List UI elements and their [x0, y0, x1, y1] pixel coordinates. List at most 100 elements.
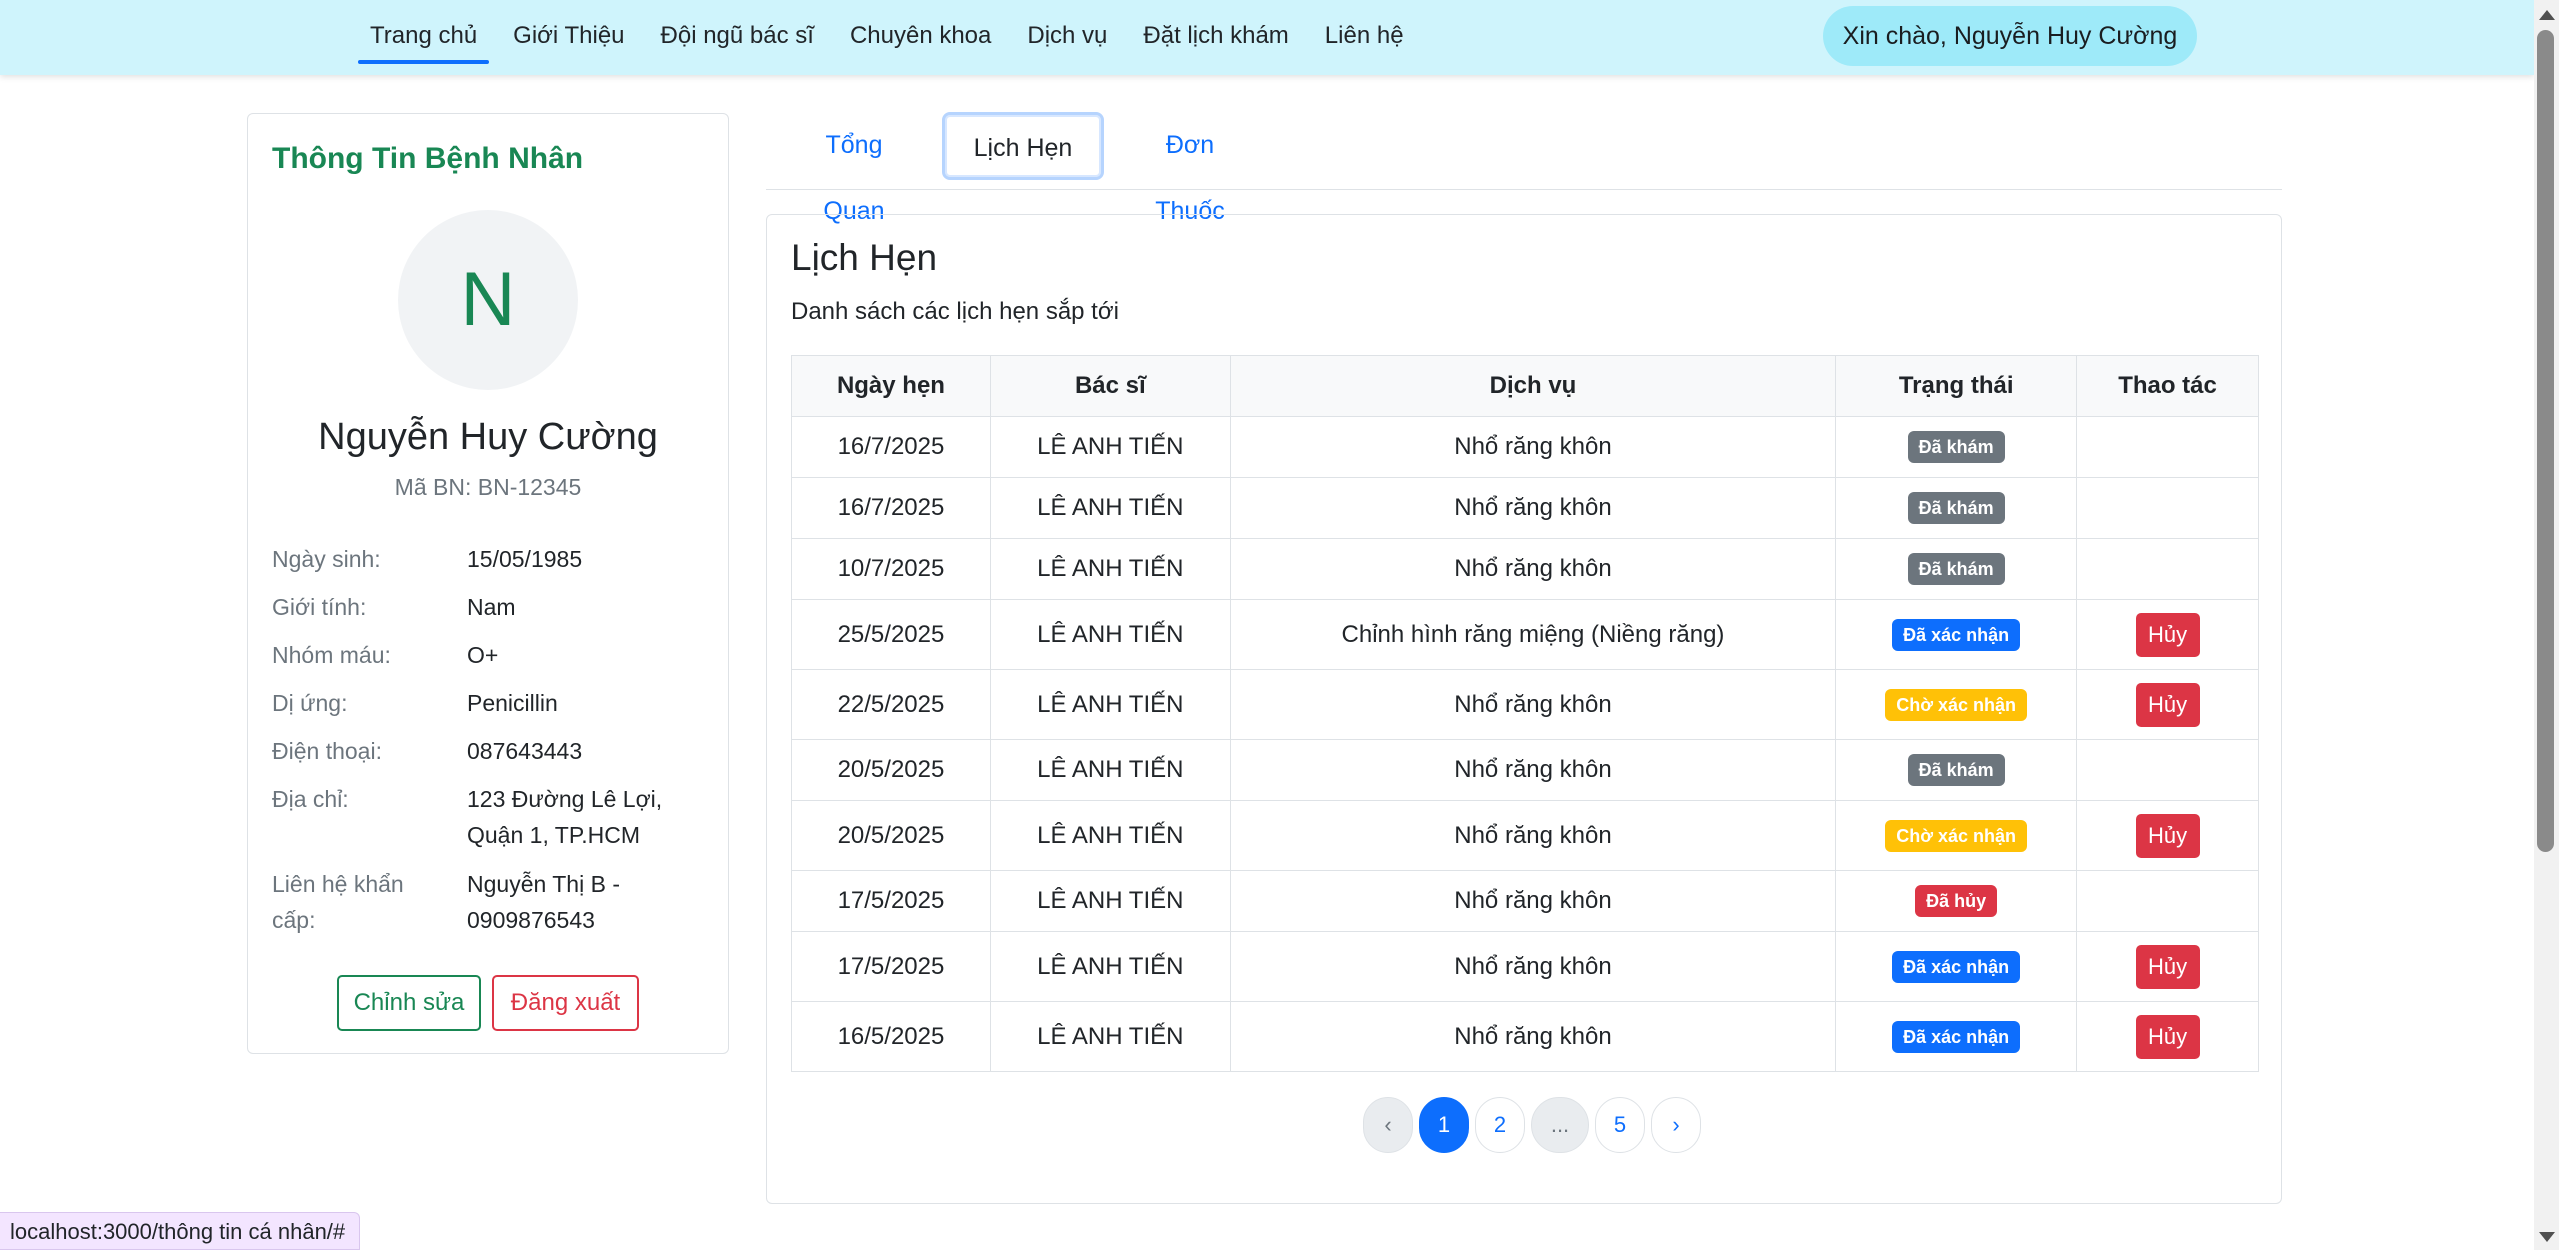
cell-status: Đã xác nhận — [1835, 1001, 2078, 1072]
cell-doctor: LÊ ANH TIẾN — [989, 931, 1231, 1002]
nav-link-home[interactable]: Trang chủ — [358, 0, 490, 75]
status-badge: Đã hủy — [1915, 885, 1998, 917]
cell-status: Đã khám — [1835, 538, 2078, 600]
cell-doctor: LÊ ANH TIẾN — [989, 800, 1231, 871]
avatar: N — [398, 210, 578, 390]
cell-doctor: LÊ ANH TIẾN — [989, 599, 1231, 670]
status-badge: Đã khám — [1907, 553, 2005, 585]
appointments-card: Lịch Hẹn Danh sách các lịch hẹn sắp tới … — [766, 214, 2282, 1204]
info-label: Ngày sinh: — [272, 546, 381, 572]
pagination-next-button[interactable]: › — [1651, 1097, 1701, 1153]
status-badge: Chờ xác nhận — [1885, 688, 2028, 721]
cell-actions — [2076, 416, 2259, 478]
cell-date: 20/5/2025 — [791, 800, 991, 871]
pagination-page-5[interactable]: 5 — [1595, 1097, 1645, 1153]
cell-service: Nhổ răng khôn — [1229, 477, 1837, 539]
tab-overview[interactable]: Tổng Quan — [792, 112, 916, 225]
table-row: 17/5/2025 LÊ ANH TIẾN Nhổ răng khôn Đã hủy — [791, 870, 2259, 932]
status-badge: Đã xác nhận — [1892, 950, 2021, 983]
cell-date: 17/5/2025 — [791, 931, 991, 1002]
cell-actions: Hủy — [2076, 599, 2259, 670]
nav-link-services[interactable]: Dịch vụ — [1015, 0, 1119, 75]
nav-link-booking[interactable]: Đặt lịch khám — [1131, 0, 1300, 75]
cell-date: 16/7/2025 — [791, 416, 991, 478]
cancel-appointment-button[interactable]: Hủy — [2135, 612, 2200, 657]
status-badge: Đã xác nhận — [1892, 618, 2021, 651]
cell-actions: Hủy — [2076, 931, 2259, 1002]
profile-tabs: Tổng Quan Lịch Hẹn Đơn Thuốc — [766, 108, 2282, 225]
patient-name: Nguyễn Huy Cường — [318, 416, 658, 458]
cell-actions — [2076, 538, 2259, 600]
pagination-prev-button[interactable]: ‹ — [1363, 1097, 1413, 1153]
scroll-down-arrow-icon[interactable] — [2539, 1232, 2555, 1242]
info-value: O+ — [467, 642, 499, 668]
info-value: 15/05/1985 — [467, 546, 583, 572]
cell-date: 16/5/2025 — [791, 1001, 991, 1072]
info-value: Penicillin — [467, 690, 558, 716]
cell-doctor: LÊ ANH TIẾN — [989, 477, 1231, 539]
cell-date: 25/5/2025 — [791, 599, 991, 670]
info-label: Địa chỉ: — [272, 786, 349, 812]
table-row: 16/7/2025 LÊ ANH TIẾN Nhổ răng khôn Đã khám — [791, 416, 2259, 478]
info-label: Giới tính: — [272, 594, 367, 620]
cell-status: Đã xác nhận — [1835, 599, 2078, 670]
cell-status: Chờ xác nhận — [1835, 669, 2078, 740]
cell-actions — [2076, 477, 2259, 539]
appointments-title: Lịch Hẹn — [791, 237, 938, 278]
cell-date: 22/5/2025 — [791, 669, 991, 740]
cell-date: 17/5/2025 — [791, 870, 991, 932]
table-row: 20/5/2025 LÊ ANH TIẾN Nhổ răng khôn Đã khám — [791, 739, 2259, 801]
cell-service: Nhổ răng khôn — [1229, 538, 1837, 600]
cell-service: Nhổ răng khôn — [1229, 931, 1837, 1002]
nav-link-contact[interactable]: Liên hệ — [1313, 0, 1416, 75]
cell-service: Nhổ răng khôn — [1229, 870, 1837, 932]
pagination: ‹ 1 2 ... 5 › — [1363, 1097, 1707, 1155]
status-badge: Đã khám — [1907, 431, 2005, 463]
edit-profile-button[interactable]: Chỉnh sửa — [337, 975, 481, 1031]
table-row: 20/5/2025 LÊ ANH TIẾN Nhổ răng khôn Chờ xác… — [791, 800, 2259, 871]
nav-links: Trang chủ Giới Thiệu Đội ngũ bác sĩ Chuy… — [358, 0, 1428, 75]
nav-link-doctors[interactable]: Đội ngũ bác sĩ — [649, 0, 826, 75]
info-label: Điện thoại: — [272, 738, 382, 764]
cell-actions — [2076, 870, 2259, 932]
appointments-table-body: 16/7/2025 LÊ ANH TIẾN Nhổ răng khôn Đã khám… — [791, 416, 2259, 1072]
appointments-table: Ngày hẹn Bác sĩ Dịch vụ Trạng thái Thao … — [791, 355, 2259, 1072]
pagination-ellipsis: ... — [1531, 1097, 1589, 1153]
column-header-date: Ngày hẹn — [791, 355, 991, 417]
cancel-appointment-button[interactable]: Hủy — [2135, 944, 2200, 989]
cell-doctor: LÊ ANH TIẾN — [989, 739, 1231, 801]
cell-doctor: LÊ ANH TIẾN — [989, 669, 1231, 740]
scroll-up-arrow-icon[interactable] — [2539, 10, 2555, 20]
cancel-appointment-button[interactable]: Hủy — [2135, 813, 2200, 858]
info-value: 087643443 — [467, 738, 583, 764]
cancel-appointment-button[interactable]: Hủy — [2135, 1014, 2200, 1059]
info-value: Nam — [467, 594, 516, 620]
user-greeting-button[interactable]: Xin chào, Nguyễn Huy Cường — [1823, 6, 2197, 66]
table-row: 16/7/2025 LÊ ANH TIẾN Nhổ răng khôn Đã khám — [791, 477, 2259, 539]
nav-link-about[interactable]: Giới Thiệu — [501, 0, 636, 75]
cell-service: Nhổ răng khôn — [1229, 739, 1837, 801]
patient-card-heading: Thông Tin Bệnh Nhân — [272, 142, 584, 175]
column-header-doctor: Bác sĩ — [989, 355, 1231, 417]
cell-status: Đã khám — [1835, 477, 2078, 539]
logout-button[interactable]: Đăng xuất — [492, 975, 639, 1031]
cell-status: Đã hủy — [1835, 870, 2078, 932]
tab-appointments[interactable]: Lịch Hẹn — [942, 112, 1104, 180]
cancel-appointment-button[interactable]: Hủy — [2135, 682, 2200, 727]
cell-status: Đã khám — [1835, 416, 2078, 478]
pagination-page-1[interactable]: 1 — [1419, 1097, 1469, 1153]
tab-prescriptions[interactable]: Đơn Thuốc — [1130, 112, 1250, 225]
cell-doctor: LÊ ANH TIẾN — [989, 538, 1231, 600]
table-row: 17/5/2025 LÊ ANH TIẾN Nhổ răng khôn Đã xác … — [791, 931, 2259, 1002]
status-badge: Đã khám — [1907, 754, 2005, 786]
pagination-page-2[interactable]: 2 — [1475, 1097, 1525, 1153]
cell-actions — [2076, 739, 2259, 801]
table-row: 22/5/2025 LÊ ANH TIẾN Nhổ răng khôn Chờ xác… — [791, 669, 2259, 740]
cell-service: Nhổ răng khôn — [1229, 416, 1837, 478]
scrollbar-thumb[interactable] — [2537, 30, 2554, 852]
patient-id: Mã BN: BN-12345 — [394, 474, 582, 500]
info-label: Nhóm máu: — [272, 642, 391, 668]
top-navbar: Trang chủ Giới Thiệu Đội ngũ bác sĩ Chuy… — [0, 0, 2534, 75]
nav-link-specialties[interactable]: Chuyên khoa — [838, 0, 1003, 75]
status-badge: Đã xác nhận — [1892, 1020, 2021, 1053]
